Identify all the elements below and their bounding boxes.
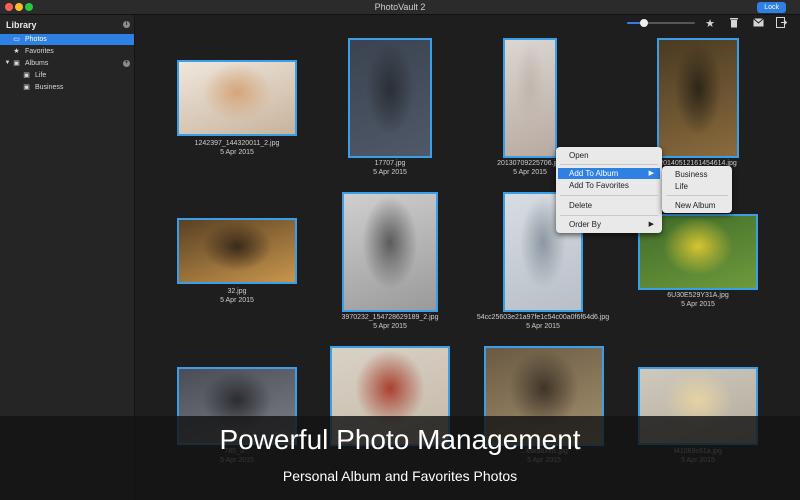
trash-icon[interactable] bbox=[727, 17, 741, 31]
photo-date: 5 Apr 2015 bbox=[526, 323, 560, 330]
photo-thumbnail[interactable] bbox=[342, 192, 438, 312]
photo-icon: ▭ bbox=[13, 36, 20, 43]
menu-item-add-to-favorites[interactable]: Add To Favorites bbox=[558, 180, 660, 191]
star-icon: ★ bbox=[13, 48, 20, 55]
toolbar: ★ bbox=[135, 15, 800, 35]
menu-item-order-by[interactable]: Order By ▶ bbox=[558, 219, 660, 230]
photo-filename: 32.jpg bbox=[227, 288, 247, 295]
menu-item-label: Order By bbox=[569, 220, 602, 229]
window-title: PhotoVault 2 bbox=[374, 2, 426, 12]
star-icon[interactable]: ★ bbox=[703, 17, 717, 31]
mail-icon[interactable] bbox=[751, 17, 765, 31]
title-bar: PhotoVault 2 Lock bbox=[0, 0, 800, 15]
submenu-arrow-icon: ▶ bbox=[648, 170, 654, 177]
menu-separator bbox=[560, 195, 658, 196]
library-info-icon[interactable]: i bbox=[123, 21, 130, 28]
album-submenu: Business Life New Album bbox=[662, 166, 732, 213]
disclosure-triangle-icon[interactable]: ▼ bbox=[4, 60, 11, 67]
photo-date: 5 Apr 2015 bbox=[373, 169, 407, 176]
lock-button[interactable]: Lock bbox=[757, 2, 786, 13]
photo-thumbnail[interactable] bbox=[348, 38, 432, 158]
menu-item-delete[interactable]: Delete bbox=[558, 200, 660, 211]
menu-item-add-to-album[interactable]: Add To Album ▶ bbox=[558, 168, 660, 179]
sidebar-item-label: Business bbox=[35, 84, 64, 91]
photo-thumbnail[interactable] bbox=[177, 218, 297, 284]
promo-banner: Powerful Photo Management Personal Album… bbox=[0, 416, 800, 500]
photo-date: 5 Apr 2015 bbox=[220, 297, 254, 304]
menu-separator bbox=[560, 215, 658, 216]
context-menu: Open Add To Album ▶ Add To Favorites Del… bbox=[556, 147, 662, 233]
banner-subtitle: Personal Album and Favorites Photos bbox=[282, 468, 518, 484]
sidebar-item-label: Photos bbox=[25, 36, 47, 43]
sidebar-item-label: Albums bbox=[25, 60, 49, 67]
photo-date: 5 Apr 2015 bbox=[220, 149, 254, 156]
photo-thumbnail[interactable] bbox=[503, 38, 557, 158]
photo-filename: 17707.jpg bbox=[374, 160, 406, 167]
submenu-item-new-album[interactable]: New Album bbox=[662, 200, 732, 211]
photo-filename: 3970232_154728629189_2.jpg bbox=[341, 314, 439, 321]
albums-info-icon[interactable]: + bbox=[123, 60, 130, 67]
menu-item-label: Add To Album bbox=[569, 169, 619, 178]
sidebar-item-label: Life bbox=[35, 72, 47, 79]
sidebar-item-favorites[interactable]: ★ Favorites bbox=[0, 46, 134, 57]
sidebar-item-label: Favorites bbox=[25, 48, 54, 55]
album-icon: ▣ bbox=[13, 60, 20, 67]
zoom-slider[interactable] bbox=[627, 19, 695, 27]
export-icon[interactable] bbox=[774, 17, 788, 31]
photo-filename: 54cc25603e21a97fe1c54c00a0f6f64d6.jpg bbox=[476, 314, 610, 321]
album-icon: ▣ bbox=[23, 84, 30, 91]
sidebar-item-business[interactable]: ▣ Business bbox=[0, 82, 134, 93]
banner-title: Powerful Photo Management bbox=[219, 424, 581, 455]
submenu-item-business[interactable]: Business bbox=[662, 169, 732, 180]
photo-date: 5 Apr 2015 bbox=[681, 301, 715, 308]
submenu-item-life[interactable]: Life bbox=[662, 181, 732, 192]
photo-filename: 6U30E529Y31A.jpg bbox=[667, 292, 729, 299]
album-icon: ▣ bbox=[23, 72, 30, 79]
photo-thumbnail[interactable] bbox=[657, 38, 739, 158]
sidebar-item-albums[interactable]: ▼ ▣ Albums + bbox=[0, 58, 134, 69]
photo-date: 5 Apr 2015 bbox=[373, 323, 407, 330]
menu-item-open[interactable]: Open bbox=[558, 150, 660, 161]
zoom-slider-knob[interactable] bbox=[640, 19, 648, 27]
menu-separator bbox=[666, 195, 728, 196]
menu-separator bbox=[560, 164, 658, 165]
sidebar-item-photos[interactable]: ▭ Photos bbox=[0, 34, 134, 45]
sidebar-item-life[interactable]: ▣ Life bbox=[0, 70, 134, 81]
photo-filename: 1242397_144320011_2.jpg bbox=[194, 140, 280, 147]
photo-thumbnail[interactable] bbox=[177, 60, 297, 136]
library-header: Library bbox=[6, 20, 37, 30]
submenu-arrow-icon: ▶ bbox=[648, 221, 654, 228]
